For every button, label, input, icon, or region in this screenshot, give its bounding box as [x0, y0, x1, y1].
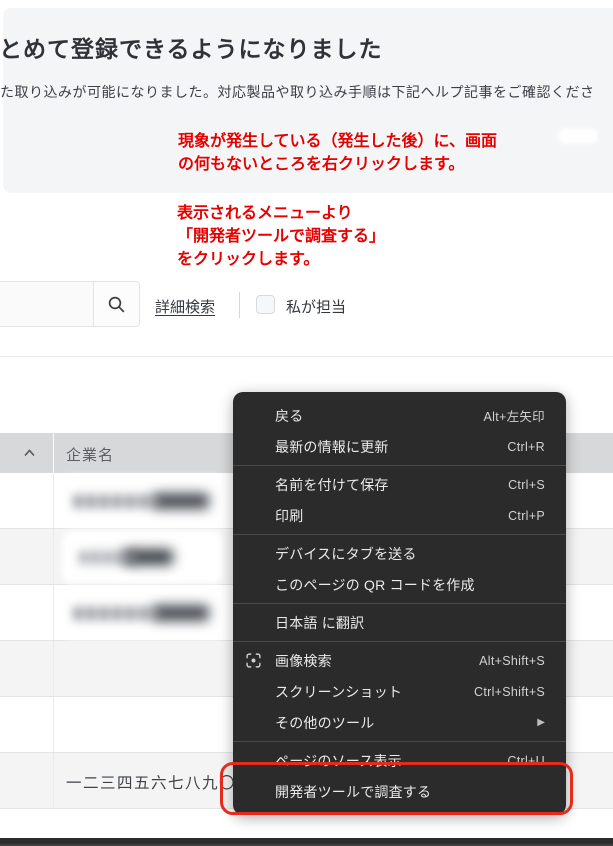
- row-column-separator: [53, 473, 54, 528]
- row-column-separator: [53, 753, 54, 808]
- menu-item[interactable]: 日本語 に翻訳: [233, 607, 566, 638]
- search-button[interactable]: [93, 281, 140, 327]
- menu-item-shortcut: Ctrl+R: [507, 439, 545, 454]
- menu-item[interactable]: 画像検索 Alt+Shift+S: [233, 645, 566, 676]
- menu-item-shortcut: Ctrl+P: [508, 508, 545, 523]
- bottom-bar: [0, 838, 613, 846]
- menu-item-label: 最新の情報に更新: [275, 438, 389, 455]
- magnifier-icon: [108, 296, 125, 312]
- menu-item-shortcut: Ctrl+Shift+S: [474, 684, 545, 699]
- menu-item-label: このページの QR コードを作成: [275, 576, 475, 593]
- menu-divider: [233, 741, 566, 742]
- menu-item[interactable]: デバイスにタブを送る: [233, 538, 566, 569]
- company-column-header[interactable]: 企業名: [66, 444, 114, 465]
- submenu-arrow-icon: ▶: [537, 716, 545, 728]
- menu-item-label: その他のツール: [275, 714, 375, 731]
- menu-item-label: 戻る: [275, 407, 304, 424]
- my-assignment-checkbox[interactable]: [256, 295, 275, 314]
- annotation-step1: 現象が発生している（発生した後）に、画面 の何もないところを右クリックします。: [178, 130, 497, 176]
- blurred-spot: [558, 128, 598, 144]
- menu-item-shortcut: Alt+左矢印: [483, 410, 545, 424]
- annotation-step2: 表示されるメニューより 「開発者ツールで調査する」 をクリックします。: [177, 202, 385, 271]
- row-column-separator: [53, 529, 54, 584]
- menu-item[interactable]: 戻る Alt+左矢印: [233, 400, 566, 431]
- menu-item-label: 画像検索: [275, 652, 332, 669]
- annotation-step2-line2: 「開発者ツールで調査する」: [177, 228, 386, 245]
- chevron-up-icon[interactable]: [22, 446, 37, 464]
- annotation-step2-line1: 表示されるメニューより: [177, 205, 353, 222]
- menu-divider: [233, 534, 566, 535]
- context-menu: 戻る Alt+左矢印最新の情報に更新 Ctrl+R 名前を付けて保存 Ctrl+S 印刷 C…: [233, 392, 566, 815]
- annotation-step1-line2: の何もないところを右クリックします。: [178, 156, 465, 173]
- search-divider: [239, 292, 240, 318]
- blurred-company-name: [66, 535, 219, 579]
- menu-divider: [233, 465, 566, 466]
- search-input[interactable]: [0, 281, 94, 327]
- annotation-step1-line1: 現象が発生している（発生した後）に、画面: [178, 133, 498, 150]
- annotation-highlight-box: [220, 762, 573, 815]
- menu-item-label: 印刷: [275, 507, 304, 524]
- section-divider: [0, 356, 613, 357]
- row-column-separator: [53, 641, 54, 696]
- menu-item-label: スクリーンショット: [275, 683, 403, 700]
- row-column-separator: [53, 697, 54, 752]
- menu-item[interactable]: その他のツール ▶: [233, 707, 566, 738]
- menu-item-shortcut: Ctrl+S: [508, 477, 545, 492]
- blurred-company-name: [66, 479, 219, 523]
- page: とめて登録できるようになりました た取り込みが可能になりました。対応製品や取り込…: [0, 0, 613, 846]
- menu-item-label: デバイスにタブを送る: [275, 545, 417, 562]
- menu-item-shortcut: Alt+Shift+S: [479, 653, 545, 668]
- advanced-search-link[interactable]: 詳細検索: [155, 296, 215, 317]
- blurred-company-name: [66, 591, 219, 635]
- menu-item[interactable]: このページの QR コードを作成: [233, 569, 566, 600]
- menu-divider: [233, 603, 566, 604]
- lens-icon: [246, 653, 261, 668]
- header-column-separator: [53, 433, 54, 473]
- my-assignment-label: 私が担当: [286, 299, 347, 316]
- menu-divider: [233, 641, 566, 642]
- menu-item[interactable]: スクリーンショット Ctrl+Shift+S: [233, 676, 566, 707]
- row-column-separator: [53, 585, 54, 640]
- menu-item-label: 日本語 に翻訳: [275, 614, 365, 631]
- banner-description: た取り込みが可能になりました。対応製品や取り込み手順は下記ヘルプ記事をご確認くだ…: [0, 84, 595, 100]
- menu-item[interactable]: 最新の情報に更新 Ctrl+R: [233, 431, 566, 462]
- banner-title: とめて登録できるようになりました: [0, 36, 383, 62]
- menu-item[interactable]: 名前を付けて保存 Ctrl+S: [233, 469, 566, 500]
- annotation-step2-line3: をクリックします。: [177, 251, 320, 268]
- menu-item-label: 名前を付けて保存: [275, 476, 389, 493]
- menu-item[interactable]: 印刷 Ctrl+P: [233, 500, 566, 531]
